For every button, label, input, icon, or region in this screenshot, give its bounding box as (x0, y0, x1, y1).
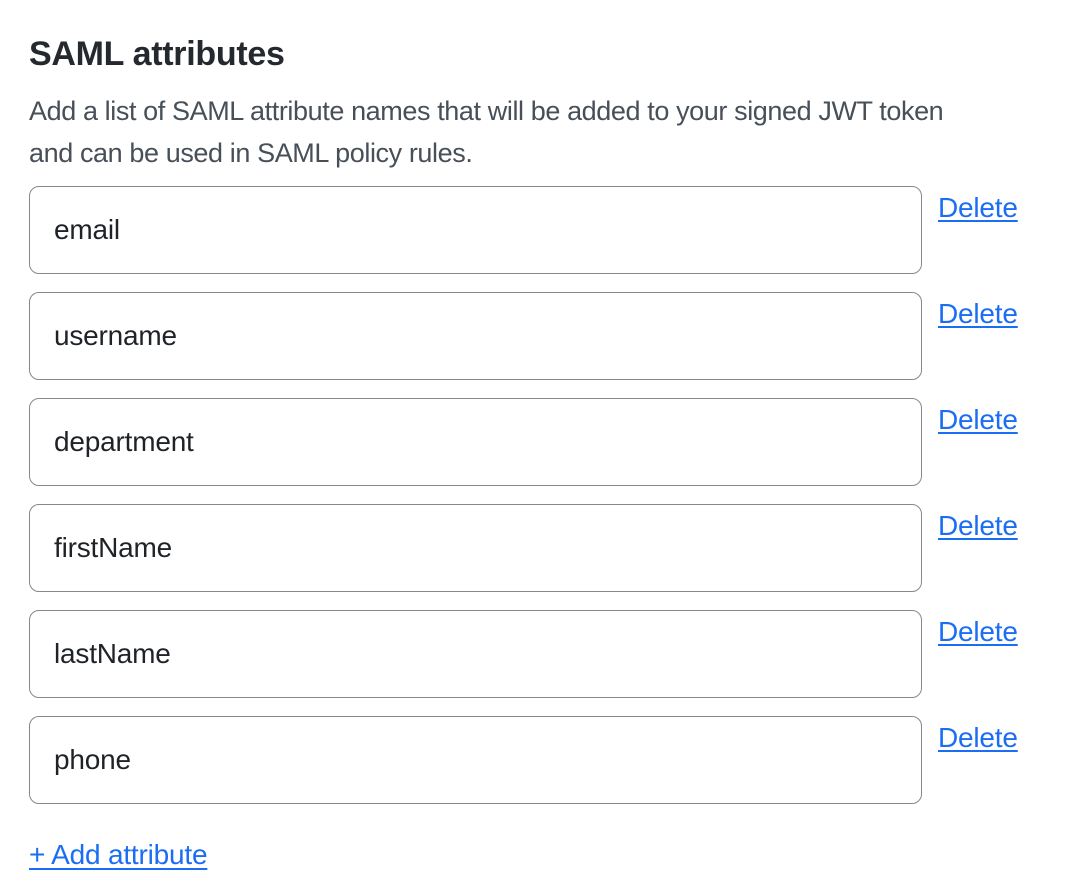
delete-attribute-link[interactable]: Delete (938, 615, 1018, 649)
attribute-row: Delete (29, 292, 1037, 380)
section-description: Add a list of SAML attribute names that … (29, 90, 1037, 174)
delete-attribute-link[interactable]: Delete (938, 191, 1018, 225)
attribute-name-input[interactable] (29, 504, 922, 592)
attribute-row: Delete (29, 504, 1037, 592)
attribute-row: Delete (29, 186, 1037, 274)
delete-attribute-link[interactable]: Delete (938, 721, 1018, 755)
add-attribute-link[interactable]: + Add attribute (29, 838, 207, 872)
section-description-line-1: Add a list of SAML attribute names that … (29, 90, 1037, 132)
attribute-name-input[interactable] (29, 292, 922, 380)
attribute-name-input[interactable] (29, 398, 922, 486)
delete-attribute-link[interactable]: Delete (938, 403, 1018, 437)
attribute-name-input[interactable] (29, 610, 922, 698)
delete-attribute-link[interactable]: Delete (938, 509, 1018, 543)
attribute-list: Delete Delete Delete Delete Delete Delet… (29, 186, 1037, 804)
section-description-line-2: and can be used in SAML policy rules. (29, 132, 1037, 174)
page-title: SAML attributes (29, 34, 1037, 74)
delete-attribute-link[interactable]: Delete (938, 297, 1018, 331)
attribute-row: Delete (29, 716, 1037, 804)
attribute-name-input[interactable] (29, 716, 922, 804)
attribute-row: Delete (29, 398, 1037, 486)
attribute-name-input[interactable] (29, 186, 922, 274)
saml-attributes-section: SAML attributes Add a list of SAML attri… (0, 0, 1066, 872)
attribute-row: Delete (29, 610, 1037, 698)
